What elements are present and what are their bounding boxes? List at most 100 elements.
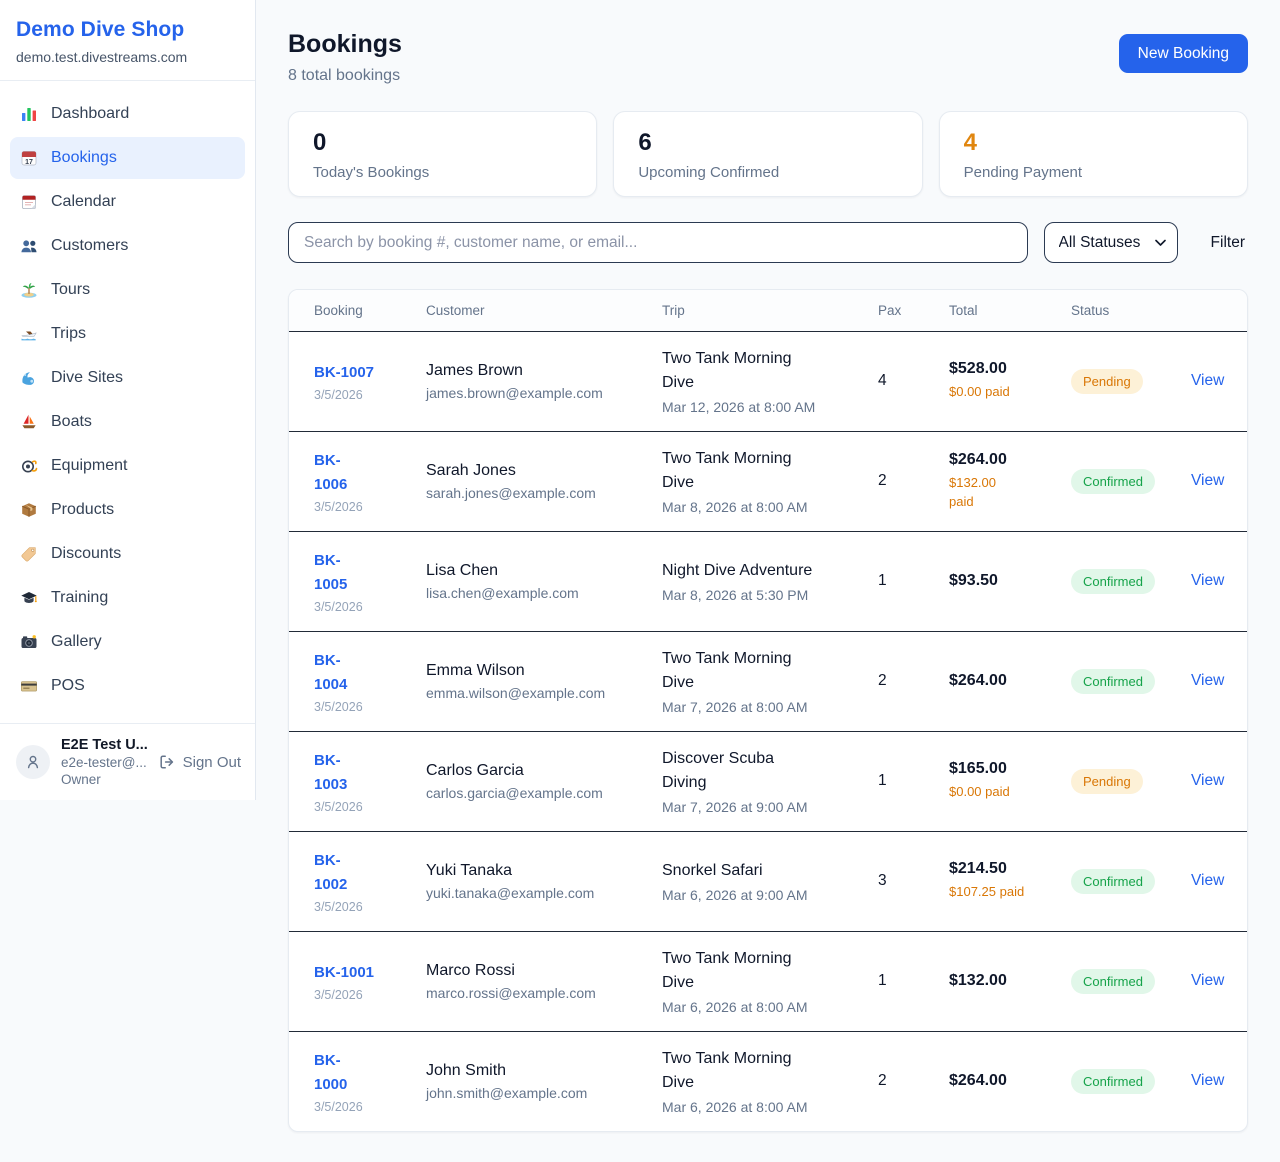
- pax-count: 2: [878, 1072, 887, 1089]
- page-title: Bookings: [288, 30, 402, 59]
- main-content: Bookings 8 total bookings New Booking 0T…: [256, 0, 1280, 1162]
- wave-icon: [20, 369, 38, 387]
- customer-email: carlos.garcia@example.com: [426, 785, 654, 801]
- calendar-icon: [20, 193, 38, 211]
- sidebar-item-products[interactable]: Products: [10, 489, 245, 531]
- view-link[interactable]: View: [1191, 672, 1224, 689]
- customer-name: Sarah Jones: [426, 462, 654, 480]
- col-header-pax: Pax: [878, 290, 949, 331]
- sidebar-item-dashboard[interactable]: Dashboard: [10, 93, 245, 135]
- booking-link[interactable]: BK-1003: [314, 749, 347, 797]
- island-icon: [20, 281, 38, 299]
- paid-amount: $0.00 paid: [949, 783, 1063, 801]
- search-input[interactable]: [288, 222, 1028, 263]
- paid-amount: $132.00paid: [949, 474, 1063, 510]
- trip-name: Two Tank MorningDive: [662, 947, 870, 995]
- sidebar-item-label: POS: [51, 677, 85, 695]
- sidebar-user-section: E2E Test U... e2e-tester@... Owner Sign …: [0, 723, 255, 800]
- sidebar-item-boats[interactable]: Boats: [10, 401, 245, 443]
- trip-datetime: Mar 8, 2026 at 5:30 PM: [662, 587, 870, 603]
- booking-link[interactable]: BK-1005: [314, 549, 347, 597]
- pax-count: 4: [878, 372, 887, 389]
- table-row: BK-10013/5/2026Marco Rossimarco.rossi@ex…: [289, 931, 1247, 1031]
- table-row: BK-10033/5/2026Carlos Garciacarlos.garci…: [289, 731, 1247, 831]
- bookings-table: Booking Customer Trip Pax Total Status B…: [289, 290, 1247, 1131]
- sidebar-item-label: Training: [51, 589, 108, 607]
- booking-date: 3/5/2026: [314, 388, 418, 402]
- booking-link[interactable]: BK-1001: [314, 961, 374, 985]
- trip-name: Night Dive Adventure: [662, 559, 870, 583]
- sidebar-item-discounts[interactable]: Discounts: [10, 533, 245, 575]
- sidebar-item-label: Equipment: [51, 457, 128, 475]
- total-amount: $214.50: [949, 860, 1063, 878]
- total-amount: $264.00: [949, 1072, 1063, 1090]
- sidebar-item-tours[interactable]: Tours: [10, 269, 245, 311]
- sidebar-item-dive-sites[interactable]: Dive Sites: [10, 357, 245, 399]
- people-icon: [20, 237, 38, 255]
- booking-link[interactable]: BK-1007: [314, 361, 374, 385]
- tag-icon: [20, 545, 38, 563]
- view-link[interactable]: View: [1191, 1072, 1224, 1089]
- customer-name: Emma Wilson: [426, 662, 654, 680]
- speedboat-icon: [20, 325, 38, 343]
- col-header-trip: Trip: [662, 290, 878, 331]
- person-icon: [24, 753, 42, 771]
- user-info: E2E Test U... e2e-tester@... Owner: [61, 737, 145, 787]
- sidebar-item-bookings[interactable]: 17Bookings: [10, 137, 245, 179]
- table-row: BK-10003/5/2026John Smithjohn.smith@exam…: [289, 1031, 1247, 1131]
- sidebar-item-customers[interactable]: Customers: [10, 225, 245, 267]
- sidebar-item-label: Gallery: [51, 633, 102, 651]
- view-link[interactable]: View: [1191, 572, 1224, 589]
- table-row: BK-10073/5/2026James Brownjames.brown@ex…: [289, 331, 1247, 431]
- trip-datetime: Mar 6, 2026 at 8:00 AM: [662, 999, 870, 1015]
- status-badge: Pending: [1071, 769, 1143, 794]
- camera-icon: [20, 633, 38, 651]
- sidebar: Demo Dive Shop demo.test.divestreams.com…: [0, 0, 256, 800]
- sidebar-item-label: Customers: [51, 237, 128, 255]
- booking-link[interactable]: BK-1000: [314, 1049, 347, 1097]
- sign-out-button[interactable]: Sign Out: [158, 753, 241, 771]
- sidebar-item-label: Boats: [51, 413, 92, 431]
- sign-out-label: Sign Out: [183, 754, 241, 771]
- status-badge: Confirmed: [1071, 669, 1155, 694]
- view-link[interactable]: View: [1191, 372, 1224, 389]
- customer-email: marco.rossi@example.com: [426, 985, 654, 1001]
- view-link[interactable]: View: [1191, 472, 1224, 489]
- pax-count: 1: [878, 772, 887, 789]
- booking-date: 3/5/2026: [314, 700, 418, 714]
- filter-button[interactable]: Filter: [1211, 234, 1245, 252]
- view-link[interactable]: View: [1191, 972, 1224, 989]
- sidebar-item-calendar[interactable]: Calendar: [10, 181, 245, 223]
- booking-link[interactable]: BK-1002: [314, 849, 347, 897]
- sidebar-item-trips[interactable]: Trips: [10, 313, 245, 355]
- sidebar-item-gallery[interactable]: Gallery: [10, 621, 245, 663]
- view-link[interactable]: View: [1191, 772, 1224, 789]
- toolbar: All Statuses Filter: [288, 222, 1248, 263]
- sailboat-icon: [20, 413, 38, 431]
- new-booking-button[interactable]: New Booking: [1119, 34, 1248, 73]
- booking-link[interactable]: BK-1004: [314, 649, 347, 697]
- sidebar-item-equipment[interactable]: Equipment: [10, 445, 245, 487]
- stat-value: 0: [313, 129, 572, 157]
- sidebar-item-pos[interactable]: POS: [10, 665, 245, 707]
- booking-date: 3/5/2026: [314, 988, 418, 1002]
- col-header-customer: Customer: [426, 290, 662, 331]
- pax-count: 1: [878, 572, 887, 589]
- paid-amount: $0.00 paid: [949, 383, 1063, 401]
- booking-link[interactable]: BK-1006: [314, 449, 347, 497]
- trip-datetime: Mar 8, 2026 at 8:00 AM: [662, 499, 870, 515]
- status-filter-select[interactable]: All Statuses: [1044, 222, 1178, 263]
- sidebar-item-training[interactable]: Training: [10, 577, 245, 619]
- booking-date: 3/5/2026: [314, 1100, 418, 1114]
- table-row: BK-10023/5/2026Yuki Tanakayuki.tanaka@ex…: [289, 831, 1247, 931]
- status-badge: Confirmed: [1071, 569, 1155, 594]
- pax-count: 1: [878, 972, 887, 989]
- dive-mask-icon: [20, 457, 38, 475]
- customer-email: sarah.jones@example.com: [426, 485, 654, 501]
- booking-date: 3/5/2026: [314, 800, 418, 814]
- view-link[interactable]: View: [1191, 872, 1224, 889]
- trip-name: Two Tank MorningDive: [662, 647, 870, 695]
- customer-email: james.brown@example.com: [426, 385, 654, 401]
- trip-datetime: Mar 7, 2026 at 9:00 AM: [662, 799, 870, 815]
- paid-amount: $107.25 paid: [949, 883, 1063, 901]
